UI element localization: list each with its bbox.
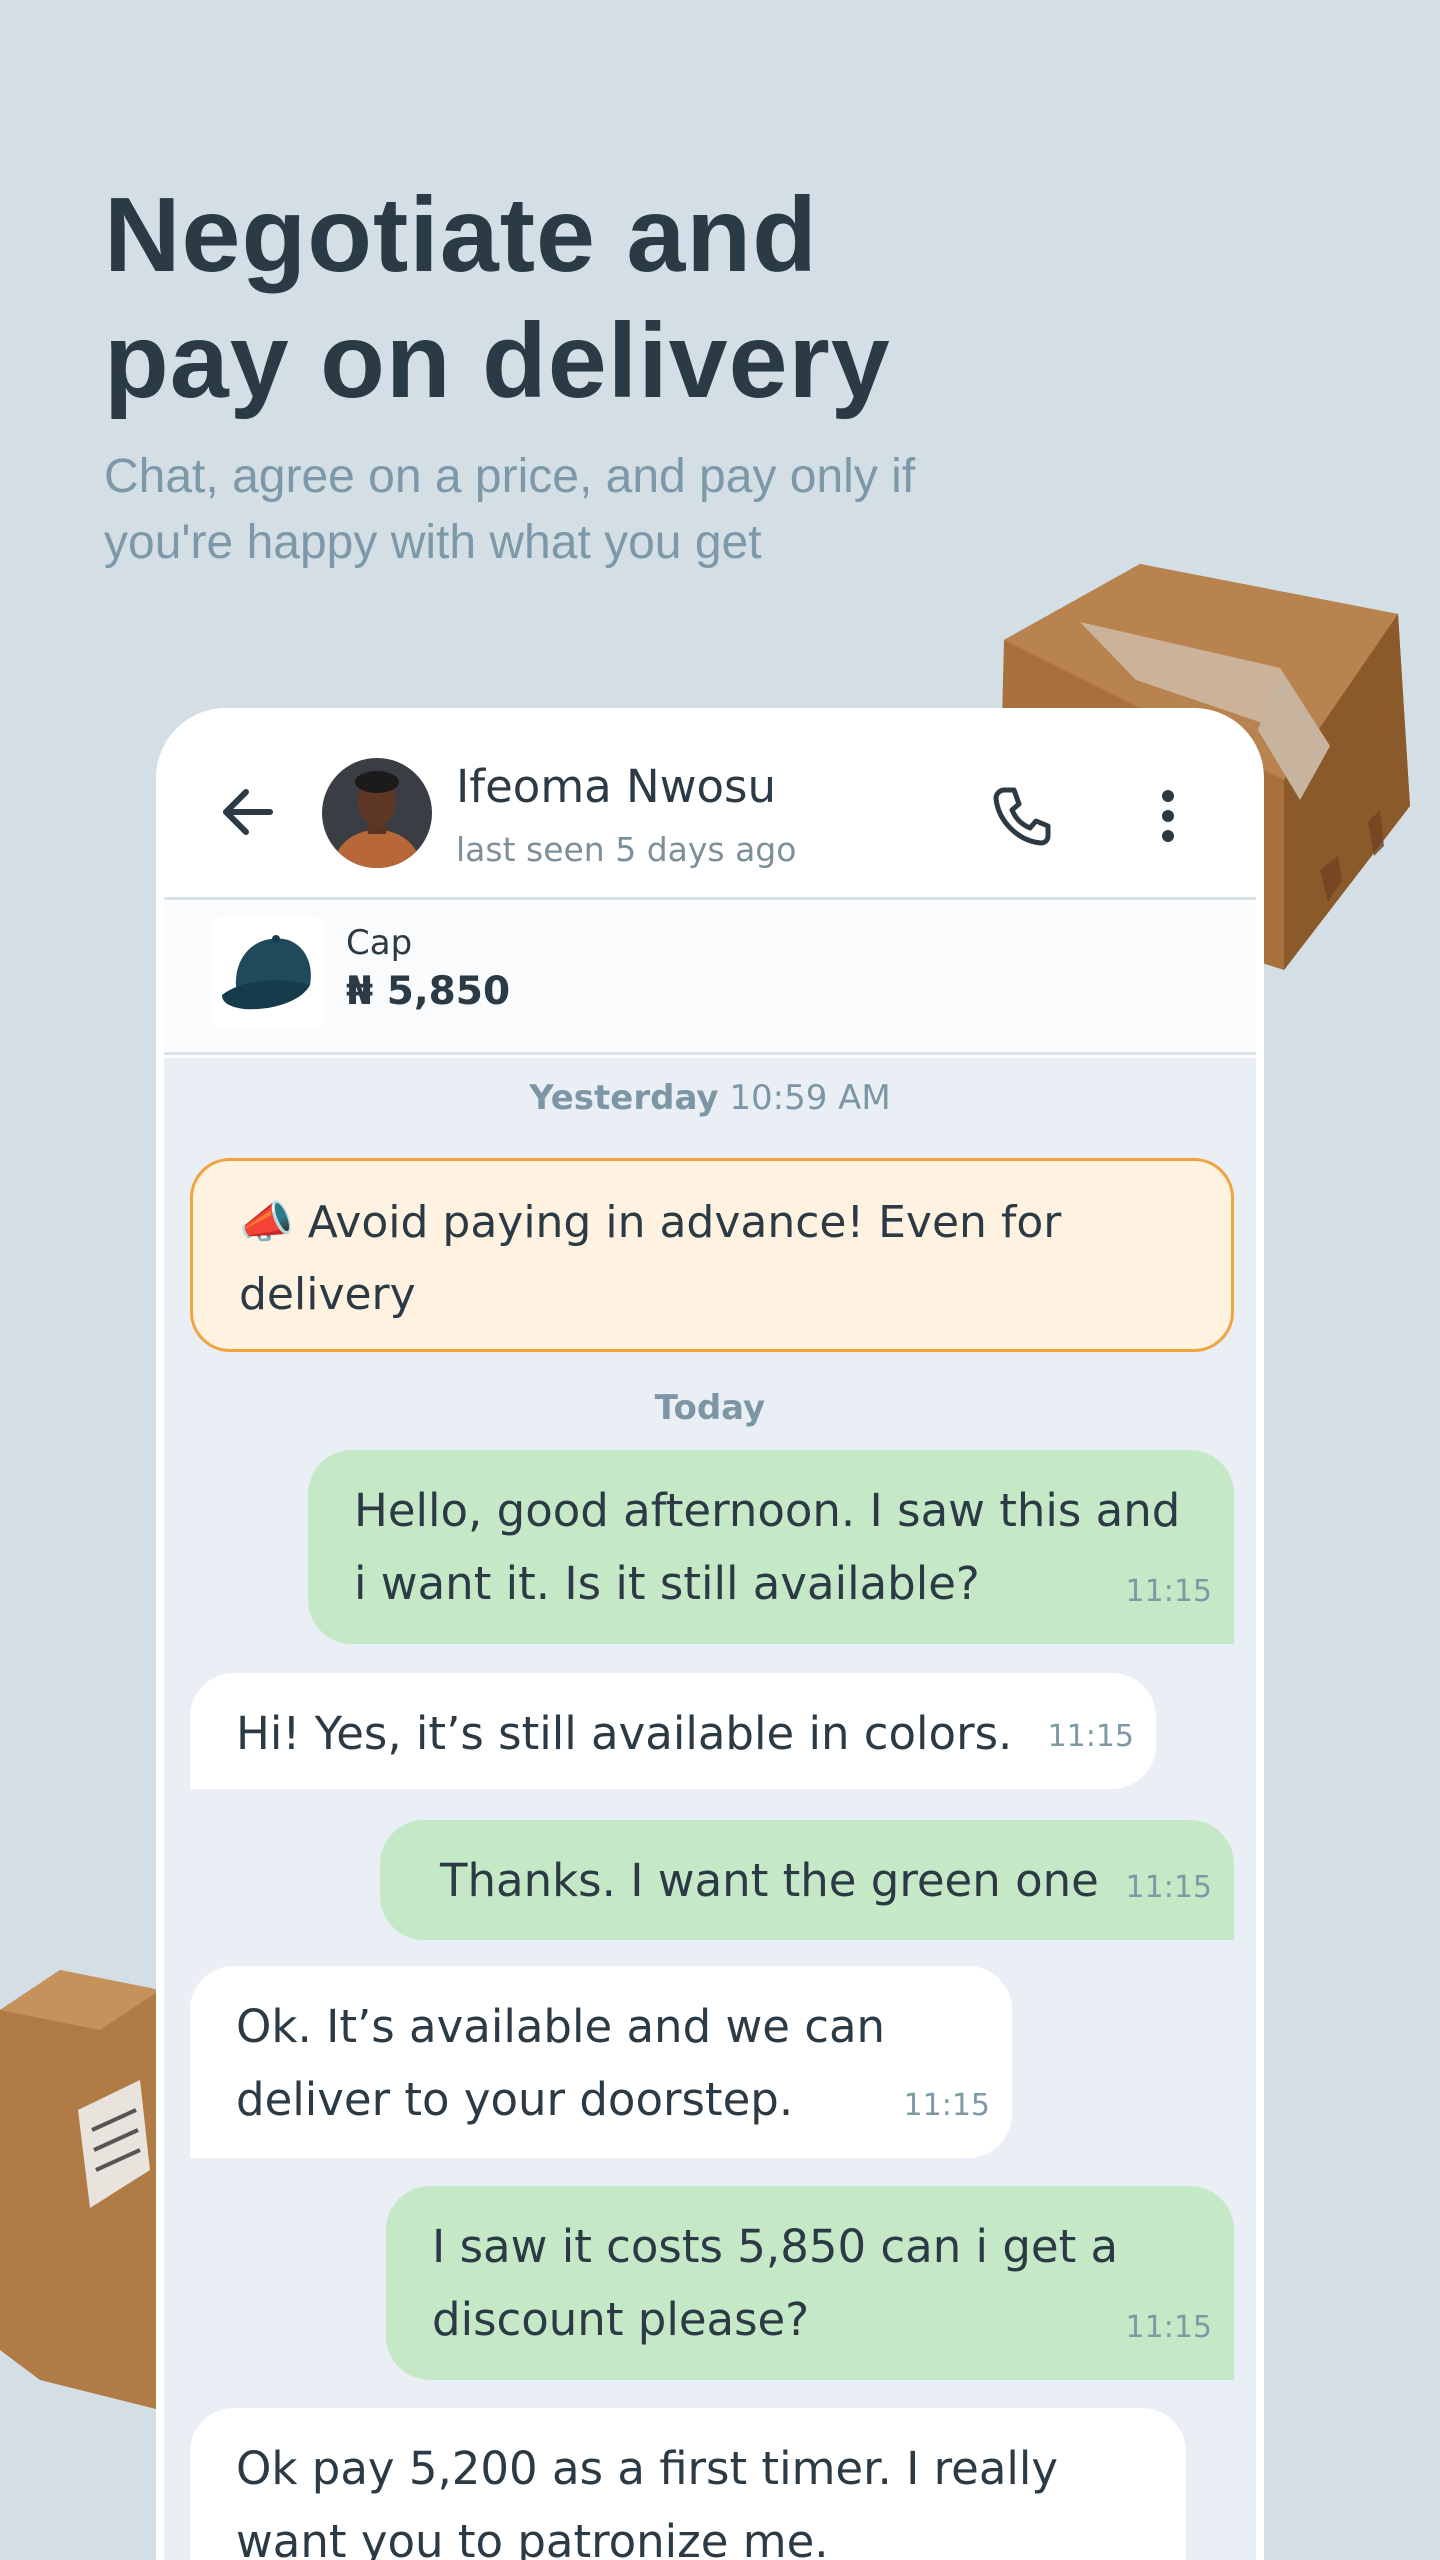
- safety-warning-banner: 📣 Avoid paying in advance! Even for deli…: [190, 1158, 1234, 1352]
- message-time: 11:15: [1078, 2539, 1164, 2560]
- cap-product-image: [212, 917, 324, 1029]
- contact-last-seen: last seen 5 days ago: [456, 830, 797, 869]
- message-bubble-outgoing[interactable]: I saw it costs 5,850 can i get a discoun…: [386, 2186, 1234, 2380]
- promo-subhead: Chat, agree on a price, and pay only if …: [104, 444, 1124, 576]
- message-list[interactable]: Yesterday 10:59 AM 📣 Avoid paying in adv…: [164, 1058, 1256, 2560]
- message-bubble-outgoing[interactable]: Hello, good afternoon. I saw this and i …: [308, 1450, 1234, 1644]
- message-text: Thanks. I want the green one: [440, 1854, 1099, 1907]
- chat-screen: Ifeoma Nwosu last seen 5 days ago Cap ₦ …: [156, 708, 1264, 2560]
- message-bubble-incoming[interactable]: Ok. It’s available and we can deliver to…: [190, 1966, 1012, 2158]
- message-time: 11:15: [1125, 1870, 1212, 1905]
- date-time: 10:59 AM: [729, 1078, 891, 1118]
- date-label: Yesterday: [529, 1078, 719, 1118]
- message-time: 11:15: [903, 2088, 990, 2123]
- message-bubble-incoming[interactable]: Hi! Yes, it’s still available in colors.…: [190, 1673, 1156, 1789]
- phone-icon[interactable]: [990, 784, 1054, 848]
- arrow-left-icon[interactable]: [216, 780, 280, 844]
- contact-name: Ifeoma Nwosu: [456, 760, 777, 813]
- cardboard-box-illustration-left: [0, 1970, 160, 2410]
- product-price: ₦ 5,850: [346, 969, 511, 1014]
- promo-headline-line2: pay on delivery: [104, 302, 891, 420]
- chat-header: Ifeoma Nwosu last seen 5 days ago: [164, 708, 1256, 900]
- product-name: Cap: [346, 923, 413, 963]
- message-time: 11:15: [1125, 1574, 1212, 1609]
- promo-headline: Negotiate and pay on delivery: [104, 172, 1104, 424]
- warning-text: 📣 Avoid paying in advance! Even for deli…: [239, 1197, 1062, 1320]
- avatar[interactable]: [322, 758, 432, 868]
- date-divider-yesterday: Yesterday 10:59 AM: [164, 1078, 1256, 1118]
- promo-headline-line1: Negotiate and: [104, 176, 818, 294]
- message-text: I saw it costs 5,850 can i get a discoun…: [432, 2220, 1119, 2346]
- promo-subhead-line1: Chat, agree on a price, and pay only if: [104, 450, 916, 503]
- date-divider-today: Today: [164, 1388, 1256, 1428]
- message-text: Hi! Yes, it’s still available in colors.: [236, 1707, 1013, 1760]
- message-time: 11:15: [1047, 1719, 1134, 1754]
- message-text: Hello, good afternoon. I saw this and i …: [354, 1484, 1181, 1610]
- more-vertical-icon[interactable]: [1148, 784, 1188, 848]
- message-bubble-incoming[interactable]: Ok pay 5,200 as a first timer. I really …: [190, 2408, 1186, 2560]
- date-label: Today: [654, 1388, 766, 1428]
- message-bubble-outgoing[interactable]: Thanks. I want the green one 11:15: [380, 1820, 1234, 1940]
- product-banner[interactable]: Cap ₦ 5,850: [164, 903, 1256, 1055]
- message-text: Ok pay 5,200 as a first timer. I really …: [236, 2442, 1059, 2560]
- message-time: 11:15: [1125, 2310, 1212, 2345]
- message-text: Ok. It’s available and we can deliver to…: [236, 2000, 886, 2126]
- promo-subhead-line2: you're happy with what you get: [104, 516, 762, 569]
